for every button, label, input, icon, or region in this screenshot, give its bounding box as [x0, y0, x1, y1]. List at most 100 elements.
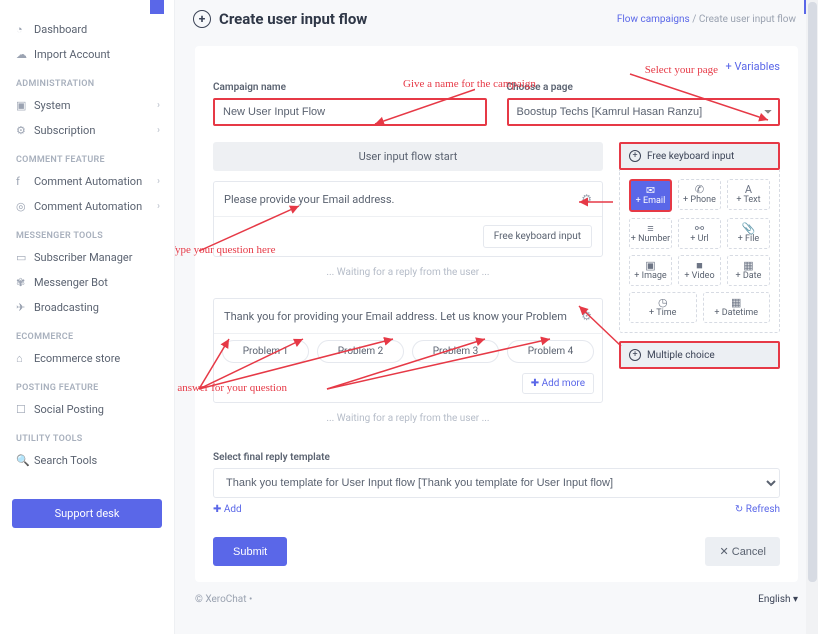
waiting-text: ... Waiting for a reply from the user ..… [213, 403, 603, 434]
kb-number-button[interactable]: ≡+ Number [629, 218, 672, 249]
page-header: + Create user input flow Flow campaigns … [175, 0, 818, 38]
group-ecommerce: ECOMMERCE [0, 320, 174, 346]
broadcast-icon: ✈ [16, 301, 34, 314]
cloud-icon: ☁ [16, 48, 34, 61]
sidebar: ◔ Dashboard ☁ Import Account ADMINISTRAT… [0, 0, 175, 634]
chevron-right-icon: › [157, 125, 160, 136]
page-title: Create user input flow [219, 10, 617, 28]
phone-icon: ✆ [679, 184, 720, 195]
number-icon: ≡ [630, 223, 671, 234]
keyboard-type-grid: ✉+ Email ✆+ Phone A+ Text ≡+ Number ⚯+ U… [619, 170, 780, 333]
nav-bot[interactable]: ✾Messenger Bot [0, 270, 174, 295]
problem-chip[interactable]: Problem 4 [507, 340, 594, 363]
nav-system[interactable]: ▣System› [0, 93, 174, 118]
nav-search-tools[interactable]: 🔍Search Tools [0, 448, 174, 473]
posting-icon: ☐ [16, 403, 34, 416]
kb-text-button[interactable]: A+ Text [727, 179, 770, 210]
datetime-icon: ▦ [704, 297, 770, 308]
kb-email-button[interactable]: ✉+ Email [629, 179, 672, 212]
vertical-scrollbar[interactable] [806, 0, 818, 634]
group-messenger: MESSENGER TOOLS [0, 219, 174, 245]
add-template-link[interactable]: ✚ Add [213, 504, 242, 515]
add-more-button[interactable]: ✚ Add more [522, 373, 594, 394]
settings-icon[interactable]: ⚙ [581, 309, 592, 323]
group-posting: POSTING FEATURE [0, 371, 174, 397]
form-card: + Variables Give a name for the campaign… [195, 46, 798, 582]
nav-ecommerce[interactable]: ⌂Ecommerce store [0, 346, 174, 371]
url-icon: ⚯ [679, 223, 720, 234]
refresh-link[interactable]: ↻ Refresh [735, 504, 780, 515]
image-icon: ▣ [630, 260, 671, 271]
nav-import[interactable]: ☁ Import Account [0, 42, 174, 67]
problem-chip[interactable]: Problem 2 [317, 340, 404, 363]
kb-image-button[interactable]: ▣+ Image [629, 255, 672, 286]
submit-button[interactable]: Submit [213, 537, 287, 566]
kb-time-button[interactable]: ◷+ Time [629, 292, 697, 323]
plus-circle-icon: + [193, 10, 211, 28]
group-comment: COMMENT FEATURE [0, 143, 174, 169]
facebook-icon: f [16, 175, 34, 188]
nav-top: ◔ Dashboard ☁ Import Account [0, 17, 174, 67]
settings-icon[interactable]: ⚙ [581, 192, 592, 206]
group-administration: ADMINISTRATION [0, 67, 174, 93]
annotation-page: Select your page [645, 64, 718, 76]
plus-circle-icon: + [629, 349, 641, 361]
date-icon: ▦ [728, 260, 769, 271]
subscriber-icon: ▭ [16, 251, 34, 264]
instagram-icon: ◎ [16, 200, 34, 213]
email-icon: ✉ [631, 185, 670, 196]
cancel-button[interactable]: ✕ Cancel [705, 537, 780, 566]
copyright: © XeroChat • [195, 594, 252, 605]
flow-block-1: Please provide your Email address. ⚙ Fre… [213, 181, 603, 257]
kb-file-button[interactable]: 📎+ File [727, 218, 770, 249]
kb-phone-button[interactable]: ✆+ Phone [678, 179, 721, 210]
campaign-name-input[interactable] [213, 98, 487, 126]
gear-icon: ⚙ [16, 124, 34, 137]
page-select-label: Choose a page [507, 82, 781, 93]
plus-circle-icon: + [629, 150, 641, 162]
final-reply-select[interactable]: Thank you template for User Input flow [… [213, 468, 780, 498]
kb-video-button[interactable]: ■+ Video [678, 255, 721, 286]
page-select[interactable] [507, 98, 781, 126]
group-utility: UTILITY TOOLS [0, 422, 174, 448]
flow-block-2: Thank you for providing your Email addre… [213, 298, 603, 403]
support-desk-button[interactable]: Support desk [12, 499, 162, 528]
free-keyboard-head[interactable]: +Free keyboard input [619, 142, 780, 170]
problem-chip[interactable]: Problem 1 [222, 340, 309, 363]
waiting-text: ... Waiting for a reply from the user ..… [213, 257, 603, 288]
kb-url-button[interactable]: ⚯+ Url [678, 218, 721, 249]
page-footer: © XeroChat • English ▾ [195, 594, 798, 605]
flow-start-banner: User input flow start [213, 142, 603, 171]
nav-comment-auto-1[interactable]: fComment Automation› [0, 169, 174, 194]
nav-social-posting[interactable]: ☐Social Posting [0, 397, 174, 422]
variables-link[interactable]: + Variables [726, 60, 780, 73]
text-icon: A [728, 184, 769, 195]
main-content: + Create user input flow Flow campaigns … [175, 0, 818, 634]
bot-icon: ✾ [16, 276, 34, 289]
language-selector[interactable]: English ▾ [758, 594, 798, 605]
breadcrumb-link[interactable]: Flow campaigns [617, 14, 690, 25]
kb-datetime-button[interactable]: ▦+ Datetime [703, 292, 771, 323]
nav-comment-auto-2[interactable]: ◎Comment Automation› [0, 194, 174, 219]
nav-subscriber[interactable]: ▭Subscriber Manager [0, 245, 174, 270]
video-icon: ■ [679, 260, 720, 271]
chevron-right-icon: › [157, 176, 160, 187]
breadcrumb: Flow campaigns / Create user input flow [617, 14, 796, 25]
store-icon: ⌂ [16, 352, 34, 365]
nav-dashboard[interactable]: ◔ Dashboard [0, 17, 174, 42]
final-reply-label: Select final reply template [213, 452, 780, 463]
multiple-choice-head[interactable]: +Multiple choice [619, 341, 780, 369]
question-2-text[interactable]: Thank you for providing your Email addre… [224, 310, 581, 323]
time-icon: ◷ [630, 297, 696, 308]
nav-subscription[interactable]: ⚙Subscription› [0, 118, 174, 143]
brand-square [0, 0, 174, 17]
question-1-text[interactable]: Please provide your Email address. [224, 193, 581, 206]
system-icon: ▣ [16, 99, 34, 112]
kb-date-button[interactable]: ▦+ Date [727, 255, 770, 286]
scrollbar-thumb[interactable] [808, 2, 817, 582]
nav-label: Dashboard [34, 23, 160, 36]
reply-type-badge: Free keyboard input [483, 225, 592, 248]
nav-broadcasting[interactable]: ✈Broadcasting [0, 295, 174, 320]
problem-chip[interactable]: Problem 3 [412, 340, 499, 363]
chevron-right-icon: › [157, 201, 160, 212]
